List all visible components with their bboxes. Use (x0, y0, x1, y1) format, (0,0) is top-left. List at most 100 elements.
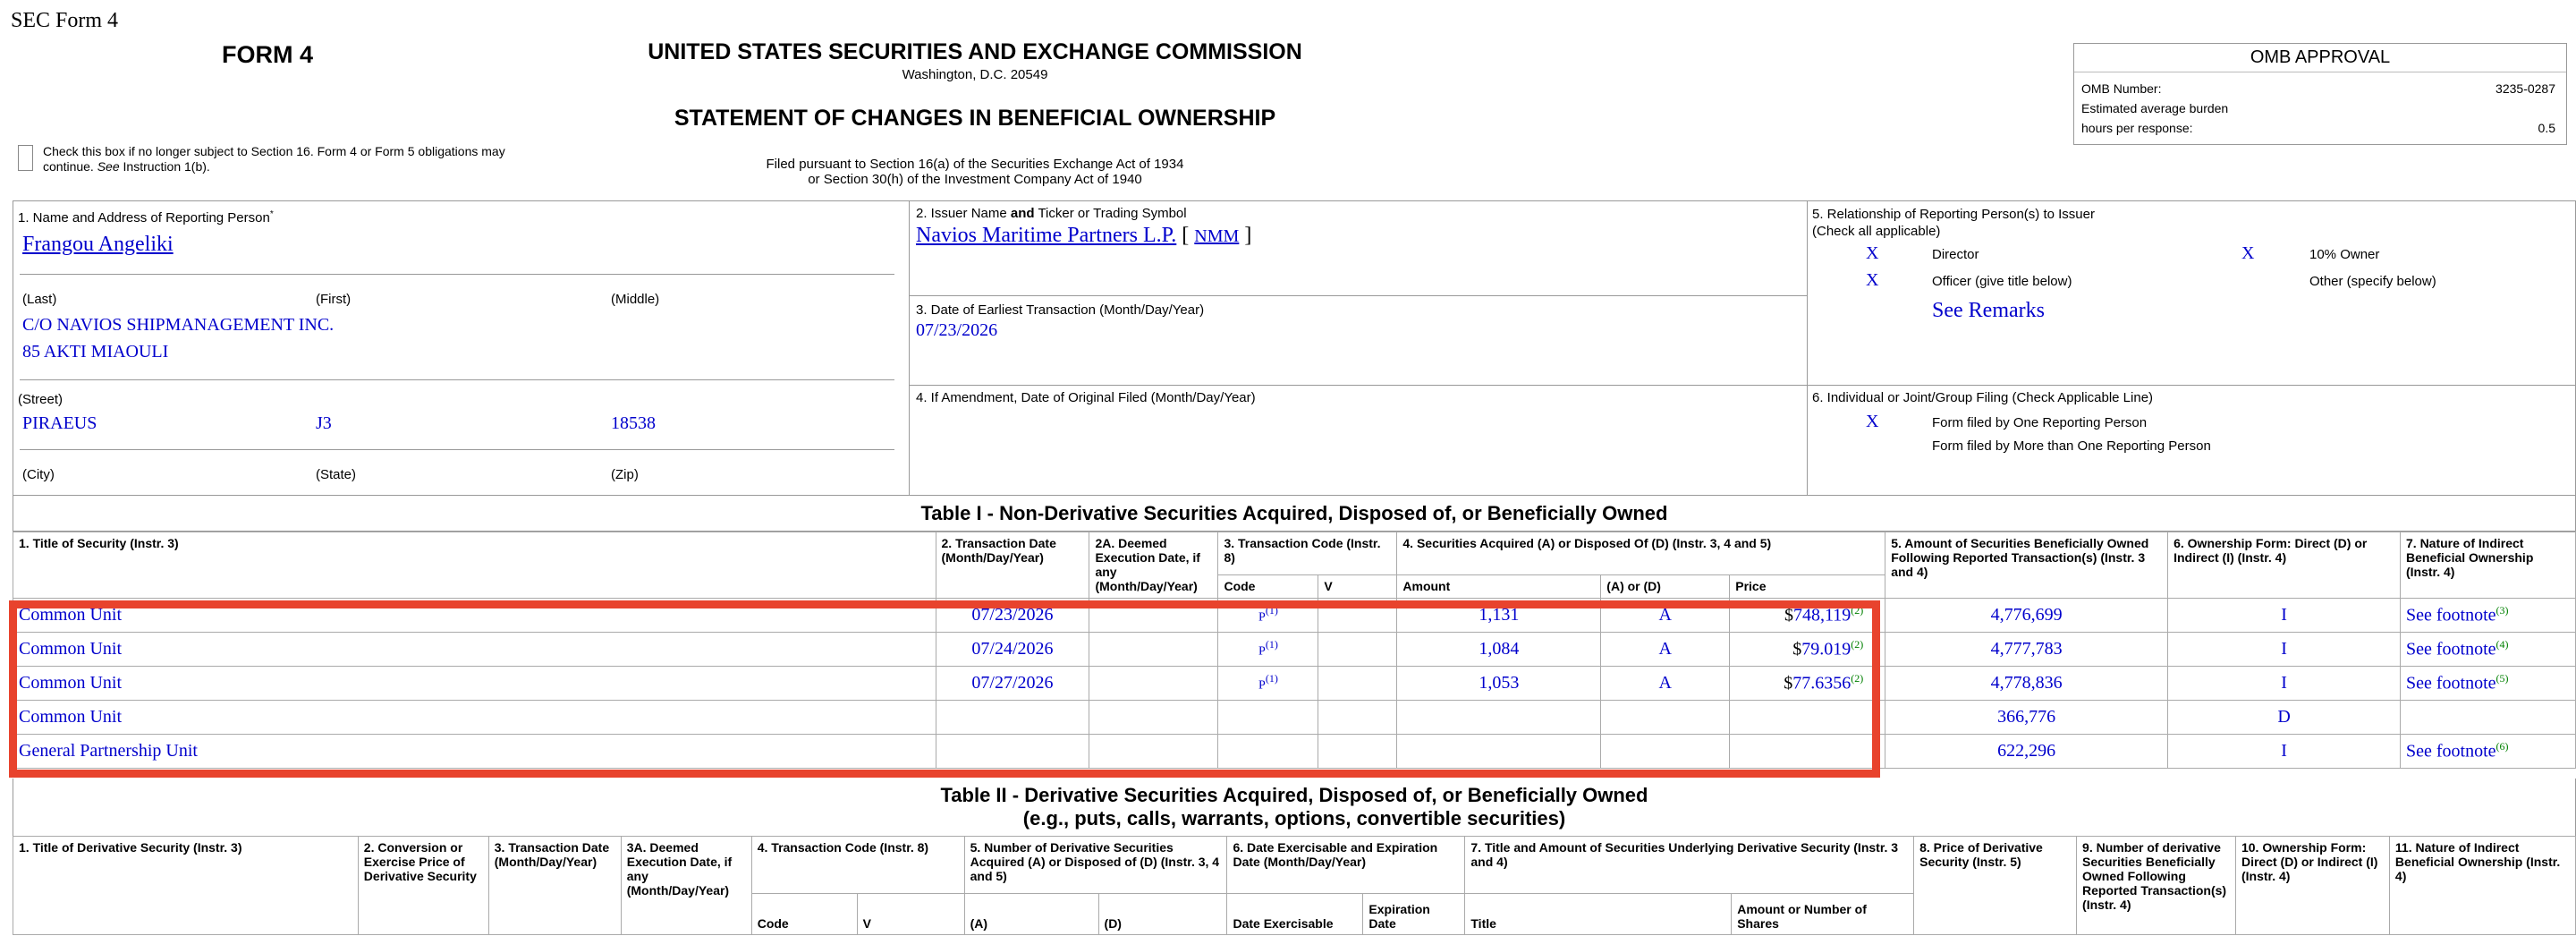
t1-header-nature: 7. Nature of Indirect Beneficial Ownersh… (2400, 532, 2576, 599)
highlight-box (9, 600, 1880, 778)
street-label: (Street) (18, 392, 64, 407)
nature-of-ownership: See footnote(3) (2400, 598, 2576, 633)
agency-name: UNITED STATES SECURITIES AND EXCHANGE CO… (648, 39, 1302, 64)
amount-owned: 4,778,836 (1885, 666, 2169, 701)
t2-subheader-title: Title (1464, 893, 1733, 935)
statement-title: STATEMENT OF CHANGES IN BENEFICIAL OWNER… (674, 106, 1276, 131)
nature-of-ownership: See footnote(6) (2400, 734, 2576, 769)
city-value: PIRAEUS (22, 413, 97, 433)
amount-owned-text: 4,778,836 (1990, 673, 2063, 693)
t2-subheader-expiration: Expiration Date (1362, 893, 1466, 935)
issuer-line: Navios Maritime Partners L.P. [ NMM ] (916, 224, 1251, 248)
address-line-1: C/O NAVIOS SHIPMANAGEMENT INC. (22, 315, 335, 335)
t1-header-form: 6. Ownership Form: Direct (D) or Indirec… (2167, 532, 2401, 599)
ownership-form: I (2167, 598, 2401, 633)
amount-owned-text: 4,777,783 (1990, 639, 2063, 659)
ownership-form: I (2167, 632, 2401, 667)
table2-title-2: (e.g., puts, calls, warrants, options, c… (1022, 807, 1566, 830)
t1-subheader-code: Code (1217, 574, 1319, 599)
ticker-link[interactable]: NMM (1194, 226, 1239, 246)
ownership-form-text: I (2281, 605, 2287, 625)
t2-header-nature: 11. Nature of Indirect Beneficial Owners… (2388, 836, 2576, 935)
nature-text: See footnote (2406, 639, 2496, 659)
reporting-person-label: 1. Name and Address of Reporting Person* (18, 209, 274, 225)
issuer-label-and: and (1010, 206, 1035, 221)
amount-owned-text: 366,776 (1997, 707, 2056, 727)
amount-owned: 366,776 (1885, 700, 2169, 735)
omb-hours-value: 0.5 (2538, 121, 2555, 135)
t2-header-code: 4. Transaction Code (Instr. 8) (750, 836, 965, 894)
t2-subheader-d: (D) (1097, 893, 1228, 935)
t1-header-title: 1. Title of Security (Instr. 3) (13, 532, 936, 599)
omb-number-value: 3235-0287 (2496, 81, 2555, 96)
t2-header-owned: 9. Number of derivative Securities Benef… (2076, 836, 2236, 935)
amount-owned: 4,777,783 (1885, 632, 2169, 667)
relationship-label: 5. Relationship of Reporting Person(s) t… (1812, 206, 2095, 240)
ticker-bracket-open: [ (1182, 224, 1190, 247)
omb-number-label: OMB Number: (2081, 81, 2162, 96)
checkbox-text-line1: Check this box if no longer subject to S… (43, 144, 505, 158)
checkbox-text-line2: continue. See Instruction 1(b). (43, 159, 505, 174)
reporting-person-name-link[interactable]: Frangou Angeliki (22, 233, 174, 257)
amount-owned-text: 622,296 (1997, 741, 2056, 761)
t2-subheader-code: Code (750, 893, 858, 935)
issuer-label-a: 2. Issuer Name (916, 206, 1011, 221)
checkbox-text-c: Instruction 1(b). (119, 159, 210, 174)
earliest-transaction-value: 07/23/2026 (916, 320, 998, 340)
t1-subheader-v: V (1318, 574, 1398, 599)
amount-owned-text: 4,776,699 (1990, 605, 2063, 625)
table2-title-1: Table II - Derivative Securities Acquire… (940, 784, 1648, 806)
t2-subheader-v: V (856, 893, 965, 935)
agency-location: Washington, D.C. 20549 (902, 67, 1048, 82)
table1-title-box: Table I - Non-Derivative Securities Acqu… (13, 496, 2576, 532)
middle-label: (Middle) (611, 292, 660, 307)
nature-text: See footnote (2406, 673, 2496, 693)
ten-percent-owner-mark[interactable]: X (2241, 243, 2254, 264)
checkbox-text-see: See (97, 159, 120, 174)
nature-of-ownership: See footnote(4) (2400, 632, 2576, 667)
relationship-label-2: (Check all applicable) (1812, 224, 1941, 239)
t1-header-code: 3. Transaction Code (Instr. 8) (1217, 532, 1398, 575)
last-label: (Last) (22, 292, 57, 307)
t1-header-date: 2. Transaction Date (Month/Day/Year) (935, 532, 1090, 599)
nature-footnote: (5) (2496, 672, 2509, 685)
nature-text: See footnote (2406, 605, 2496, 625)
city-label: (City) (22, 467, 55, 482)
t2-header-number: 5. Number of Derivative Securities Acqui… (963, 836, 1228, 894)
ownership-form-text: I (2281, 639, 2287, 659)
table1-title: Table I - Non-Derivative Securities Acqu… (920, 502, 1668, 524)
omb-title: OMB APPROVAL (2074, 44, 2566, 72)
director-mark[interactable]: X (1866, 243, 1878, 264)
address-line-2: 85 AKTI MIAOULI (22, 342, 169, 362)
ticker-bracket-close: ] (1244, 224, 1252, 247)
t2-subheader-amount-shares: Amount or Number of Shares (1731, 893, 1915, 935)
issuer-label-c: Ticker or Trading Symbol (1034, 206, 1187, 221)
sec-form-label: SEC Form 4 (11, 9, 119, 32)
nature-footnote: (6) (2496, 740, 2509, 753)
ownership-form: I (2167, 734, 2401, 769)
officer-label: Officer (give title below) (1932, 274, 2072, 289)
t2-header-date: 3. Transaction Date (Month/Day/Year) (487, 836, 622, 935)
t2-subheader-date-exercisable: Date Exercisable (1226, 893, 1364, 935)
ownership-form: D (2167, 700, 2401, 735)
one-person-mark[interactable]: X (1866, 412, 1878, 432)
checkbox-text-a: continue. (43, 159, 97, 174)
issuer-name-link[interactable]: Navios Maritime Partners L.P. (916, 224, 1176, 247)
t2-subheader-a: (A) (963, 893, 1099, 935)
officer-title: See Remarks (1932, 299, 2045, 322)
nature-of-ownership: See footnote(5) (2400, 666, 2576, 701)
officer-mark[interactable]: X (1866, 270, 1878, 291)
ten-percent-owner-label: 10% Owner (2309, 247, 2380, 262)
issuer-label: 2. Issuer Name and Ticker or Trading Sym… (916, 206, 1187, 221)
t1-subheader-amount: Amount (1396, 574, 1602, 599)
ownership-form-text: I (2281, 673, 2287, 693)
table2-title-box: Table II - Derivative Securities Acquire… (13, 779, 2576, 836)
zip-value: 18538 (611, 413, 656, 433)
t1-header-deemed: 2A. Deemed Execution Date, if any (Month… (1089, 532, 1219, 599)
amendment-label: 4. If Amendment, Date of Original Filed … (916, 390, 1256, 405)
more-person-label: Form filed by More than One Reporting Pe… (1932, 438, 2211, 454)
table2: 1. Title of Derivative Security (Instr. … (13, 836, 2576, 935)
t1-header-securities: 4. Securities Acquired (A) or Disposed O… (1396, 532, 1886, 575)
omb-approval-box: OMB APPROVAL OMB Number: 3235-0287 Estim… (2073, 43, 2567, 145)
section16-checkbox[interactable] (18, 145, 33, 171)
